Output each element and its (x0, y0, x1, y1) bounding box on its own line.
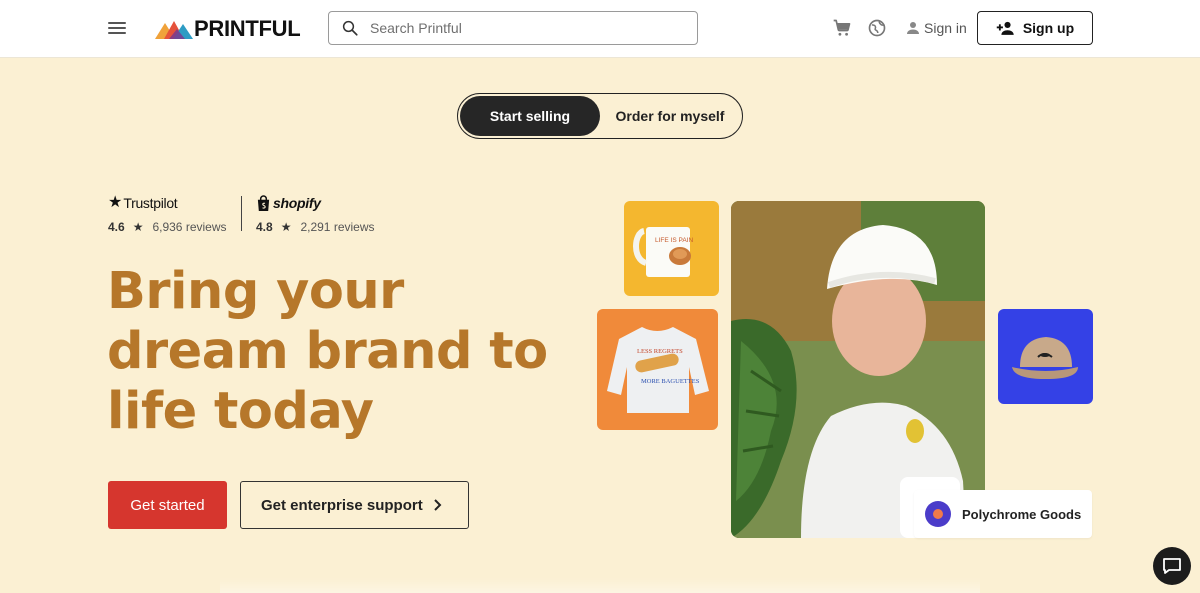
toggle-order-for-myself[interactable]: Order for myself (600, 96, 740, 136)
bottom-fade (220, 578, 980, 593)
sweatshirt-text-1: LESS REGRETS (637, 348, 683, 355)
trustpilot-rating[interactable]: ★ Trustpilot 4.6 ★ 6,936 reviews (108, 193, 227, 235)
logo-mark-icon (155, 21, 193, 39)
star-icon: ★ (280, 220, 292, 234)
trustpilot-name: Trustpilot (123, 195, 178, 211)
audience-toggle: Start selling Order for myself (457, 93, 743, 139)
printful-logo[interactable]: PRINTFUL (155, 16, 301, 42)
menu-icon[interactable] (108, 19, 128, 37)
search-bar[interactable] (328, 11, 698, 45)
mug-text: LIFE IS PAIN (655, 237, 693, 244)
shopify-rating[interactable]: shopify 4.8 ★ 2,291 reviews (256, 193, 375, 234)
headline-line-3: life today (107, 382, 374, 441)
headline-line-2: dream brand to (107, 322, 548, 381)
chevron-right-icon (434, 499, 442, 511)
trustpilot-logo: ★ Trustpilot (108, 193, 227, 213)
sweatshirt-product-image: LESS REGRETS MORE BAGUETTES (597, 309, 718, 430)
toggle-start-selling[interactable]: Start selling (460, 96, 600, 136)
search-input[interactable] (370, 20, 670, 36)
shopify-reviews: 2,291 reviews (300, 220, 375, 234)
shopify-score: 4.8 (256, 220, 273, 234)
store-name: Polychrome Goods (962, 506, 1082, 522)
store-brand-badge: Polychrome Goods (914, 490, 1092, 538)
signin-label: Sign in (924, 20, 967, 36)
shopify-bag-icon (257, 194, 270, 211)
person-add-icon (996, 21, 1014, 35)
chat-icon (1163, 558, 1181, 574)
trustpilot-score: 4.6 (108, 220, 125, 234)
shopify-name: shopify (273, 195, 321, 211)
search-icon (342, 20, 358, 36)
rating-divider (241, 196, 242, 231)
chat-button[interactable] (1153, 547, 1191, 585)
globe-icon[interactable] (867, 18, 887, 38)
signup-label: Sign up (1022, 20, 1075, 36)
site-header: PRINTFUL Sign in Sign up (0, 0, 1200, 58)
headline-line-1: Bring your (107, 262, 404, 321)
person-icon (907, 22, 919, 34)
hero-headline: Bring your dream brand to life today (107, 262, 567, 442)
sweatshirt-text-2: MORE BAGUETTES (641, 378, 700, 385)
trustpilot-reviews: 6,936 reviews (152, 220, 227, 234)
enterprise-support-button[interactable]: Get enterprise support (240, 481, 469, 529)
enterprise-support-label: Get enterprise support (261, 496, 423, 514)
shopify-logo: shopify (256, 193, 375, 213)
signin-link[interactable]: Sign in (904, 18, 967, 38)
cap-product-image (998, 309, 1093, 404)
mug-product-image: LIFE IS PAIN (624, 201, 719, 296)
star-icon: ★ (132, 220, 144, 234)
store-avatar (925, 501, 951, 527)
cart-icon[interactable] (832, 18, 852, 38)
trustpilot-star-icon: ★ (108, 194, 123, 211)
logo-text: PRINTFUL (194, 16, 301, 41)
signup-button[interactable]: Sign up (977, 11, 1093, 45)
get-started-button[interactable]: Get started (108, 481, 227, 529)
